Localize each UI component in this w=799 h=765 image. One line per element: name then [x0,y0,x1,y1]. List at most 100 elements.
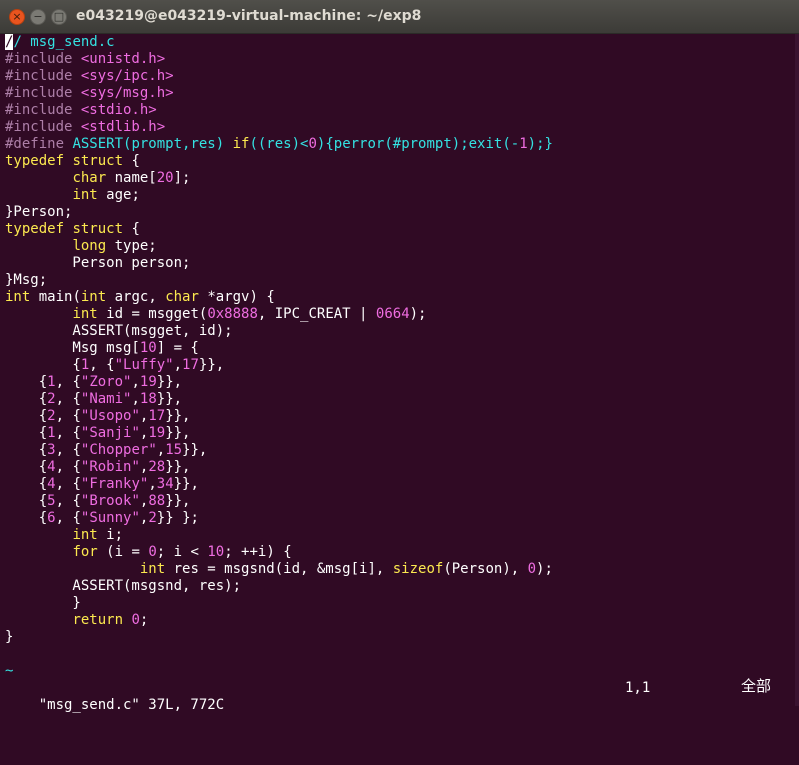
code-token: 0 [308,136,317,152]
code-line[interactable]: #include <sys/ipc.h> [5,68,795,85]
code-line[interactable]: int i; [5,527,795,544]
close-icon[interactable]: × [9,9,25,25]
code-line[interactable]: int res = msgsnd(id, &msg[i], sizeof(Per… [5,561,795,578]
code-line[interactable]: long type; [5,238,795,255]
code-token: 10 [207,544,225,560]
minimize-icon[interactable]: − [30,9,46,25]
code-line[interactable]: {4, {"Franky",34}}, [5,476,795,493]
code-token: struct [72,153,124,169]
code-token: #include [5,119,81,135]
code-token: , { [55,459,81,475]
code-token: "Zoro" [80,374,132,390]
scrollbar[interactable] [795,34,799,706]
code-token: "Nami" [80,391,132,407]
code-token: 15 [165,442,183,458]
code-line[interactable]: typedef struct { [5,153,795,170]
maximize-icon[interactable]: □ [51,9,67,25]
code-token: char [72,170,107,186]
code-token: 4 [47,459,56,475]
code-token: return [72,612,124,628]
code-token: , { [55,442,81,458]
code-line[interactable]: {3, {"Chopper",15}}, [5,442,795,459]
code-line[interactable]: {1, {"Zoro",19}}, [5,374,795,391]
code-token: ASSERT(msgget, id); [5,323,233,339]
code-token: , IPC_CREAT | [257,306,376,322]
code-token: #include [5,68,81,84]
code-line[interactable]: {2, {"Usopo",17}}, [5,408,795,425]
code-token: / msg_send.c [13,34,115,50]
code-token: } [5,595,81,611]
code-token: { [5,391,48,407]
code-line[interactable]: {4, {"Robin",28}}, [5,459,795,476]
code-token: "Sunny" [80,510,140,526]
code-line[interactable]: // msg_send.c [5,34,795,51]
code-line[interactable]: {2, {"Nami",18}}, [5,391,795,408]
code-token: , { [55,408,81,424]
code-line[interactable]: #include <unistd.h> [5,51,795,68]
code-line[interactable]: {6, {"Sunny",2}} }; [5,510,795,527]
code-token: "Luffy" [114,357,174,373]
code-token: #include [5,102,81,118]
code-token: 2 [47,391,56,407]
code-line[interactable] [5,646,795,663]
code-line[interactable]: int main(int argc, char *argv) { [5,289,795,306]
code-token: );} [527,136,553,152]
code-token: { [5,510,48,526]
code-token: 1 [47,374,56,390]
code-token: }Person; [5,204,73,220]
code-line[interactable]: {5, {"Brook",88}}, [5,493,795,510]
code-token: for [72,544,98,560]
vim-editor-area[interactable]: // msg_send.c #include <unistd.h> #include… [5,34,795,680]
code-line[interactable]: #include <stdio.h> [5,102,795,119]
code-line[interactable]: return 0; [5,612,795,629]
code-token: #include [5,85,81,101]
code-token: int [139,561,166,577]
code-token: res = msgsnd(id, &msg[i], [165,561,393,577]
code-line[interactable]: for (i = 0; i < 10; ++i) { [5,544,795,561]
code-line[interactable]: }Person; [5,204,795,221]
code-token: int [5,289,31,305]
code-line[interactable]: #include <stdlib.h> [5,119,795,136]
code-token: ((res)< [249,136,309,152]
code-line[interactable]: Person person; [5,255,795,272]
code-token: 34 [156,476,174,492]
scroll-position: 全部 [741,677,772,695]
code-token: 17 [148,408,166,424]
code-token: ~ [5,663,14,679]
code-token: *argv) { [198,289,275,305]
code-token: 3 [47,442,56,458]
window-title: e043219@e043219-virtual-machine: ~/exp8 [76,8,422,24]
code-token: (i = [97,544,149,560]
code-line[interactable]: } [5,629,795,646]
code-line[interactable]: ASSERT(msgsnd, res); [5,578,795,595]
code-token: { [5,357,81,373]
code-token: 0 [527,561,537,577]
code-token: , { [55,374,81,390]
code-token: main( [30,289,81,305]
code-token: i; [97,527,124,543]
code-line[interactable]: #include <sys/msg.h> [5,85,795,102]
title-bar[interactable]: × − □ e043219@e043219-virtual-machine: ~… [0,0,799,34]
code-token: "Brook" [80,493,140,509]
code-line[interactable]: int age; [5,187,795,204]
code-line[interactable]: char name[20]; [5,170,795,187]
code-line[interactable]: #define ASSERT(prompt,res) if((res)<0){p… [5,136,795,153]
code-line[interactable]: {1, {"Luffy",17}}, [5,357,795,374]
code-token: 0664 [375,306,410,322]
code-token: , [131,391,140,407]
code-token: 2 [148,510,157,526]
code-line[interactable]: }Msg; [5,272,795,289]
code-line[interactable]: ~ [5,663,795,680]
code-line[interactable]: } [5,595,795,612]
code-line[interactable]: ASSERT(msgget, id); [5,323,795,340]
code-line[interactable]: typedef struct { [5,221,795,238]
code-line[interactable]: Msg msg[10] = { [5,340,795,357]
code-token: #define [5,136,73,152]
code-token: struct [72,221,124,237]
code-token: "Sanji" [80,425,140,441]
code-token: ; [139,612,149,628]
code-line[interactable]: int id = msgget(0x8888, IPC_CREAT | 0664… [5,306,795,323]
code-line[interactable]: {1, {"Sanji",19}}, [5,425,795,442]
